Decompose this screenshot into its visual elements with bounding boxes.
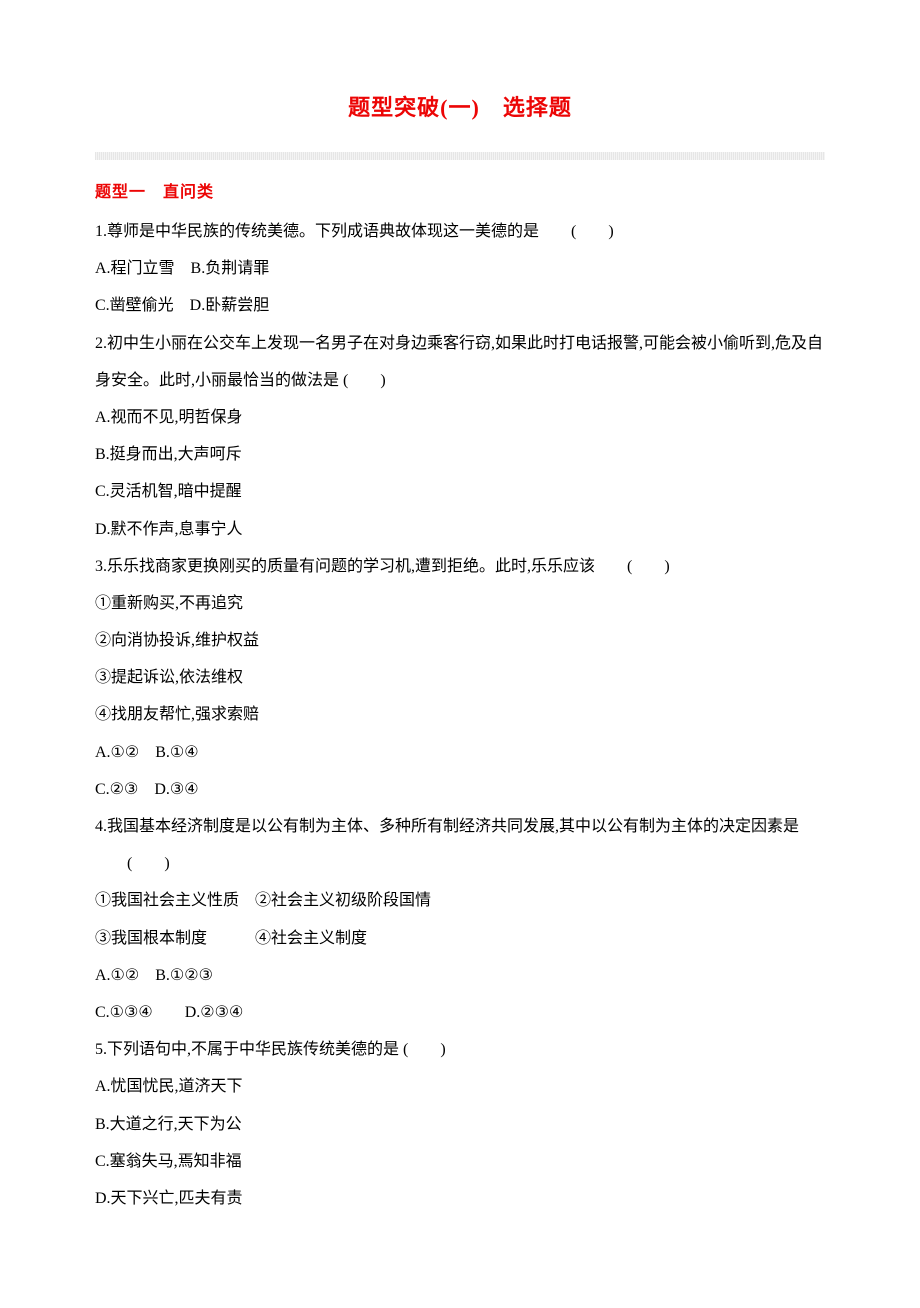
- section-header: 题型一 直问类: [95, 178, 825, 202]
- q4-option-cd: C.①③④ D.②③④: [95, 995, 825, 1030]
- q3-option-ab: A.①② B.①④: [95, 735, 825, 770]
- q4-statement-34: ③我国根本制度 ④社会主义制度: [95, 921, 825, 956]
- q3-statement-1: ①重新购买,不再追究: [95, 586, 825, 621]
- q5-option-a: A.忧国忧民,道济天下: [95, 1069, 825, 1104]
- q2-option-b: B.挺身而出,大声呵斥: [95, 437, 825, 472]
- q5-option-b: B.大道之行,天下为公: [95, 1107, 825, 1142]
- q3-option-cd: C.②③ D.③④: [95, 772, 825, 807]
- page-title: 题型突破(一) 选择题: [95, 90, 825, 122]
- q4-statement-12: ①我国社会主义性质 ②社会主义初级阶段国情: [95, 883, 825, 918]
- q4-option-ab: A.①② B.①②③: [95, 958, 825, 993]
- question-2-line1: 2.初中生小丽在公交车上发现一名男子在对身边乘客行窃,如果此时打电话报警,可能会…: [95, 326, 825, 361]
- section-divider: [95, 152, 825, 160]
- question-3-text: 3.乐乐找商家更换刚买的质量有问题的学习机,遭到拒绝。此时,乐乐应该 ( ): [95, 549, 825, 584]
- q5-option-c: C.塞翁失马,焉知非福: [95, 1144, 825, 1179]
- question-5-text: 5.下列语句中,不属于中华民族传统美德的是 ( ): [95, 1032, 825, 1067]
- q2-option-d: D.默不作声,息事宁人: [95, 512, 825, 547]
- q3-statement-4: ④找朋友帮忙,强求索赔: [95, 697, 825, 732]
- q2-option-a: A.视而不见,明哲保身: [95, 400, 825, 435]
- q5-option-d: D.天下兴亡,匹夫有责: [95, 1181, 825, 1216]
- q3-statement-2: ②向消协投诉,维护权益: [95, 623, 825, 658]
- q3-statement-3: ③提起诉讼,依法维权: [95, 660, 825, 695]
- q1-option-ab: A.程门立雪 B.负荆请罪: [95, 251, 825, 286]
- q1-option-cd: C.凿壁偷光 D.卧薪尝胆: [95, 288, 825, 323]
- question-4-line2: ( ): [95, 846, 825, 881]
- question-4-line1: 4.我国基本经济制度是以公有制为主体、多种所有制经济共同发展,其中以公有制为主体…: [95, 809, 825, 844]
- question-1-text: 1.尊师是中华民族的传统美德。下列成语典故体现这一美德的是 ( ): [95, 214, 825, 249]
- q2-option-c: C.灵活机智,暗中提醒: [95, 474, 825, 509]
- question-2-line2: 身安全。此时,小丽最恰当的做法是 ( ): [95, 363, 825, 398]
